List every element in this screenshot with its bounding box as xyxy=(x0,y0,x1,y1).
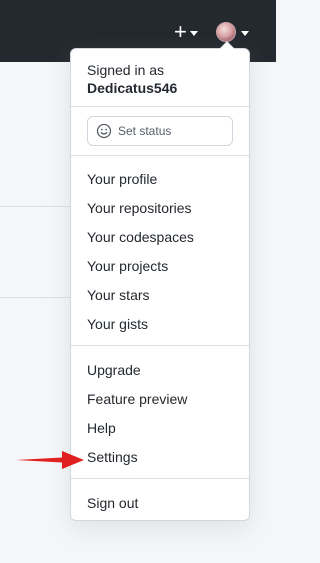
menu-item-your-profile[interactable]: Your profile xyxy=(87,169,157,189)
create-new-button[interactable]: + xyxy=(174,20,206,44)
set-status-label: Set status xyxy=(118,124,172,138)
menu-item-your-gists[interactable]: Your gists xyxy=(87,314,148,334)
menu-item-your-stars[interactable]: Your stars xyxy=(87,285,150,305)
signed-in-username: Dedicatus546 xyxy=(87,80,178,96)
plus-icon: + xyxy=(174,19,187,44)
background-divider xyxy=(0,297,70,298)
menu-item-your-projects[interactable]: Your projects xyxy=(87,256,168,276)
signed-in-label: Signed in as xyxy=(87,62,165,78)
background-divider xyxy=(0,206,70,207)
user-dropdown-menu: Signed in as Dedicatus546 Set status You… xyxy=(70,41,250,521)
avatar xyxy=(216,22,236,42)
menu-item-sign-out[interactable]: Sign out xyxy=(87,493,138,513)
menu-item-your-repositories[interactable]: Your repositories xyxy=(87,198,192,218)
menu-item-feature-preview[interactable]: Feature preview xyxy=(87,389,187,409)
annotation-arrow-icon xyxy=(16,451,84,469)
chevron-down-icon xyxy=(189,30,198,36)
menu-divider xyxy=(71,155,249,156)
menu-item-settings[interactable]: Settings xyxy=(87,447,138,467)
set-status-button[interactable]: Set status xyxy=(87,116,233,146)
smiley-icon xyxy=(96,123,112,139)
menu-item-upgrade[interactable]: Upgrade xyxy=(87,360,141,380)
menu-divider xyxy=(71,106,249,107)
menu-item-your-codespaces[interactable]: Your codespaces xyxy=(87,227,194,247)
menu-divider xyxy=(71,345,249,346)
chevron-down-icon xyxy=(241,30,249,36)
menu-item-help[interactable]: Help xyxy=(87,418,116,438)
menu-divider xyxy=(71,478,249,479)
